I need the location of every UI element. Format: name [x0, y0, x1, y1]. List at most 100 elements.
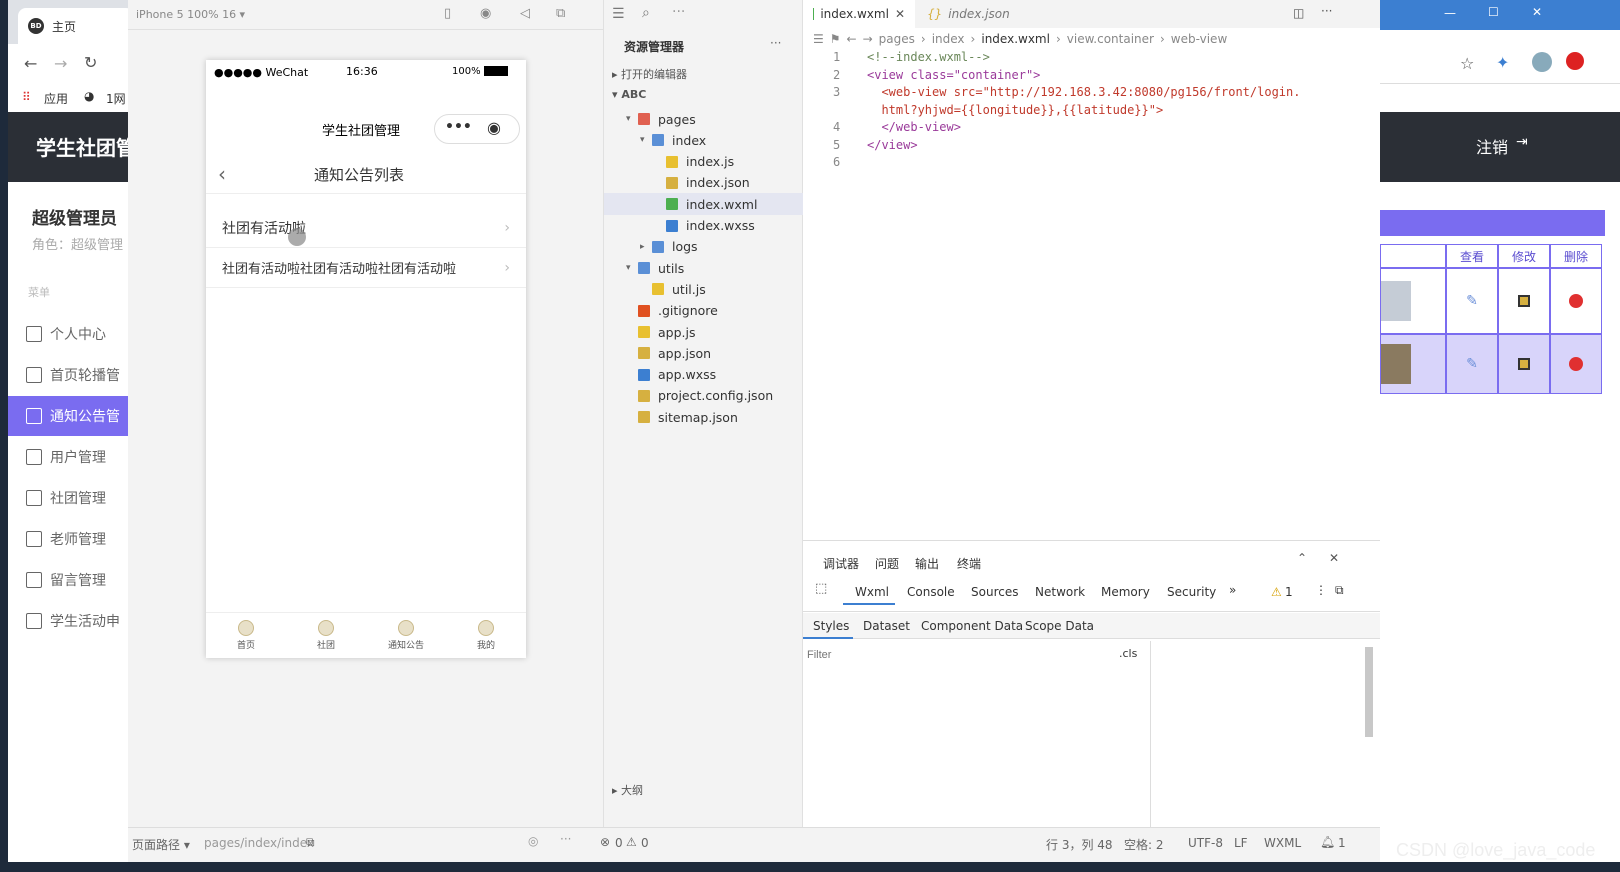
avatar[interactable] — [1532, 52, 1552, 72]
view-icon[interactable]: ✎ — [1446, 334, 1498, 394]
logout-label[interactable]: 注销 — [1476, 134, 1508, 158]
open-editors[interactable]: ▸ 打开的编辑器 — [612, 66, 687, 82]
tab-index-json[interactable]: {} index.json — [917, 0, 1020, 28]
code-line[interactable]: <web-view src="http://192.168.3.42:8080/… — [867, 85, 1300, 99]
maximize-icon[interactable]: ☐ — [1488, 5, 1499, 19]
apps-grid-icon[interactable]: ⠿ — [22, 90, 31, 104]
edit-icon[interactable] — [1498, 268, 1550, 334]
bookmark-apps[interactable]: 应用 — [44, 90, 68, 107]
copy-icon[interactable]: ⧉ — [306, 835, 315, 850]
tree-item[interactable]: ▸ logs — [604, 236, 804, 258]
bookmark-icon[interactable]: ⚑ — [830, 32, 841, 46]
eye-icon[interactable]: ◎ — [528, 834, 538, 848]
chevron-right-icon[interactable]: ▸ — [640, 242, 652, 252]
tree-item[interactable]: app.js — [604, 321, 804, 343]
close-icon[interactable]: ✕ — [1532, 5, 1542, 19]
tab-network[interactable]: Network — [1035, 585, 1085, 599]
record-icon[interactable]: ◉ — [480, 6, 491, 21]
device-select[interactable]: iPhone 5 100% 16 ▾ — [136, 8, 245, 21]
close-target-icon[interactable]: ◉ — [487, 118, 501, 137]
tree-item[interactable]: util.js — [604, 278, 804, 300]
tab-close-icon[interactable]: ✕ — [895, 7, 905, 21]
indent-spaces[interactable]: 空格: 2 — [1124, 836, 1164, 853]
tree-item[interactable]: index.js — [604, 151, 804, 173]
cls-toggle[interactable]: .cls — [1119, 647, 1137, 660]
tab-scope-data[interactable]: Scope Data — [1025, 619, 1094, 633]
popout-icon[interactable]: ⧉ — [556, 6, 565, 21]
undock-icon[interactable]: ⧉ — [1335, 583, 1344, 598]
tab-mine[interactable]: 我的 — [446, 613, 526, 658]
phone-icon[interactable]: ▯ — [444, 6, 451, 21]
forward-icon[interactable]: → — [863, 32, 873, 46]
tab-index-wxml[interactable]: index.wxml ✕ — [803, 0, 915, 28]
more-icon[interactable]: ••• — [445, 119, 472, 135]
tree-item[interactable]: index.json — [604, 172, 804, 194]
tree-item[interactable]: .gitignore — [604, 300, 804, 322]
search-icon[interactable]: ⌕ — [642, 5, 650, 21]
split-editor-icon[interactable]: ◫ — [1293, 6, 1304, 20]
view-icon[interactable]: ✎ — [1446, 268, 1498, 334]
tree-item[interactable]: ▾ utils — [604, 257, 804, 279]
forward-icon[interactable]: → — [54, 54, 67, 73]
reload-icon[interactable]: ↻ — [84, 53, 97, 72]
cursor-position[interactable]: 行 3，列 48 — [1046, 836, 1113, 853]
tree-item[interactable]: sitemap.json — [604, 406, 804, 428]
chevron-down-icon[interactable]: ▾ — [640, 135, 652, 145]
inspect-icon[interactable]: ⬚ — [815, 581, 827, 596]
menu-item-profile[interactable]: 个人中心 — [8, 314, 138, 354]
tree-item[interactable]: index.wxml — [604, 193, 804, 216]
tab-output[interactable]: 输出 — [915, 555, 939, 572]
explorer-more-icon[interactable]: ··· — [770, 36, 781, 50]
back-icon[interactable]: ← — [847, 32, 857, 46]
scrollbar[interactable] — [1365, 647, 1373, 737]
menu-item-teachers[interactable]: 老师管理 — [8, 519, 138, 559]
code-line[interactable]: <!--index.wxml--> — [867, 50, 990, 64]
tab-styles[interactable]: Styles — [813, 619, 849, 633]
tab-dataset[interactable]: Dataset — [863, 619, 910, 633]
logout-icon[interactable]: ⇥ — [1516, 134, 1528, 150]
back-icon[interactable]: ← — [24, 54, 37, 73]
menu-item-notice[interactable]: 通知公告管 — [8, 396, 138, 436]
tab-club[interactable]: 社团 — [286, 613, 366, 658]
tab-wxml[interactable]: Wxml — [855, 585, 889, 599]
tree-item[interactable]: index.wxss — [604, 215, 804, 237]
tab-component-data[interactable]: Component Data — [921, 619, 1023, 633]
tab-home[interactable]: 首页 — [206, 613, 286, 658]
tree-item[interactable]: ▾ index — [604, 129, 804, 151]
code-line[interactable]: <view class="container"> — [867, 68, 1040, 82]
menu-capsule[interactable]: ••• ◉ — [434, 114, 520, 144]
tab-terminal[interactable]: 终端 — [957, 555, 981, 572]
editor-more-icon[interactable]: ··· — [1321, 4, 1332, 18]
eol[interactable]: LF — [1234, 836, 1248, 850]
encoding[interactable]: UTF-8 — [1188, 836, 1223, 850]
star-icon[interactable]: ☆ — [1460, 54, 1474, 73]
page-path-label[interactable]: 页面路径 ▾ — [132, 836, 190, 853]
warning-icon[interactable]: ⚠ — [1271, 585, 1282, 599]
collapse-icon[interactable]: ⌃ — [1297, 551, 1307, 565]
tree-item[interactable]: ▾ pages — [604, 108, 804, 130]
tab-console[interactable]: Console — [907, 585, 955, 599]
tab-security[interactable]: Security — [1167, 585, 1216, 599]
volume-icon[interactable]: ◁ — [520, 6, 530, 21]
extension-icon[interactable]: ✦ — [1496, 53, 1509, 72]
outline-section[interactable]: ▸ 大纲 — [612, 782, 643, 798]
code-line[interactable]: </web-view> — [867, 120, 960, 134]
more-tabs-icon[interactable]: » — [1229, 583, 1236, 597]
tree-item[interactable]: app.json — [604, 342, 804, 364]
menu-item-carousel[interactable]: 首页轮播管 — [8, 355, 138, 395]
chevron-down-icon[interactable]: ▾ — [626, 263, 638, 273]
close-panel-icon[interactable]: ✕ — [1329, 551, 1339, 565]
tab-memory[interactable]: Memory — [1101, 585, 1150, 599]
browser-tab[interactable]: BD 主页 — [18, 8, 134, 44]
edit-icon[interactable] — [1498, 334, 1550, 394]
menu-item-clubs[interactable]: 社团管理 — [8, 478, 138, 518]
outline-icon[interactable]: ☰ — [813, 32, 824, 46]
chevron-down-icon[interactable]: ▾ — [626, 114, 638, 124]
minimize-icon[interactable]: — — [1444, 6, 1456, 20]
list-item[interactable]: 社团有活动啦社团有活动啦社团有活动啦 › — [206, 248, 526, 288]
project-root[interactable]: ▾ ABC — [612, 88, 646, 101]
list-icon[interactable]: ☰ — [612, 6, 625, 22]
update-icon[interactable] — [1566, 52, 1584, 70]
error-icon[interactable]: ⊗ — [600, 835, 610, 849]
delete-icon[interactable] — [1550, 268, 1602, 334]
